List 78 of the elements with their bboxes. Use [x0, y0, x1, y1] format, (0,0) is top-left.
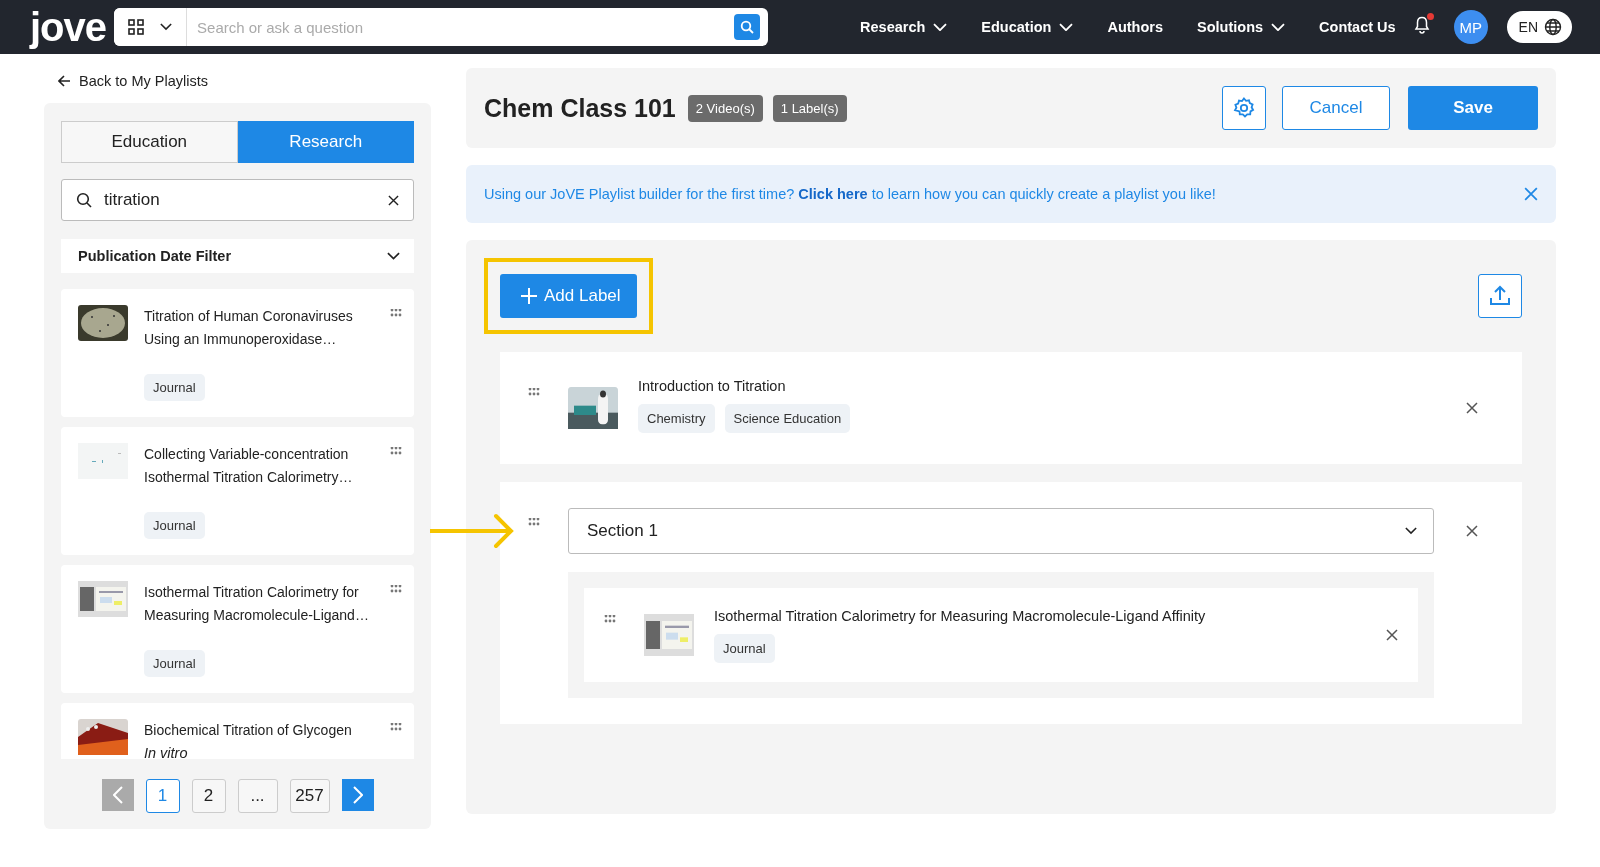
page-button[interactable]: 1 — [145, 779, 180, 813]
search-bar[interactable]: Search or ask a question — [114, 8, 769, 46]
video-item-card[interactable]: Introduction to Titration Chemistry Science Education — [500, 352, 1522, 464]
search-field[interactable]: titration — [61, 179, 414, 221]
count-badge: 2 Video(s) — [687, 94, 763, 122]
result-title: Isothermal Titration Calorimetry for Measuring Macromolecule-Ligand… — [144, 583, 370, 625]
globe-icon — [1544, 18, 1562, 36]
type-tag: Journal — [144, 374, 205, 401]
language-button[interactable]: EN — [1506, 11, 1572, 43]
type-tag: Journal — [144, 650, 205, 677]
nav-link[interactable]: Education — [981, 19, 1074, 35]
nav-link[interactable]: Research — [860, 19, 948, 35]
remove-button[interactable] — [1386, 629, 1398, 641]
category-tag: Journal — [714, 634, 775, 663]
section-dropdown[interactable]: Section 1 — [568, 508, 1434, 554]
result-subtitle: In vitro — [144, 744, 189, 759]
arrow-left-icon — [58, 75, 71, 87]
video-title: Introduction to Titration — [638, 378, 787, 394]
remove-button[interactable] — [1466, 402, 1478, 414]
drag-handle-icon[interactable] — [528, 388, 542, 396]
drag-handle-icon[interactable] — [390, 585, 404, 593]
search-icon — [740, 20, 755, 34]
result-title: Biochemical Titration of Glycogen — [144, 721, 353, 740]
result-title: Titration of Human Coronaviruses Using an Immunoperoxidase… — [144, 307, 354, 349]
tab[interactable]: Research — [237, 121, 414, 163]
playlist-title: Chem Class 101 — [484, 93, 676, 123]
drag-handle-icon[interactable] — [604, 615, 618, 623]
count-badge: 1 Label(s) — [772, 94, 847, 122]
chevron-down-icon — [933, 22, 948, 32]
remove-button[interactable] — [1466, 525, 1478, 537]
search-button[interactable] — [734, 14, 761, 40]
filter-dropdown[interactable]: Publication Date Filter — [61, 239, 414, 273]
result-card[interactable]: Biochemical Titration of Glycogen In vitro — [61, 703, 414, 759]
page-button[interactable]: 257 — [289, 779, 330, 813]
drag-handle-icon[interactable] — [390, 309, 404, 317]
nav-link[interactable]: Solutions — [1197, 19, 1286, 35]
result-title: Collecting Variable-concentration Isothermal Titration Calorimetry… — [144, 445, 354, 487]
arrow-annotation-icon — [430, 511, 516, 551]
drag-handle-icon[interactable] — [390, 447, 404, 455]
next-page-button[interactable] — [341, 779, 374, 811]
result-card[interactable]: Isothermal Titration Calorimetry for Measuring Macromolecule-Ligand… Journal — [61, 565, 414, 693]
back-link[interactable]: Back to My Playlists — [58, 68, 208, 94]
type-tag: Journal — [144, 512, 205, 539]
plus-icon — [520, 287, 538, 305]
tab[interactable]: Education — [61, 121, 238, 163]
save-button[interactable]: Save — [1408, 86, 1538, 130]
chevron-down-icon — [387, 252, 400, 260]
search-icon — [76, 192, 92, 208]
category-dropdown[interactable] — [114, 8, 188, 46]
nav-link[interactable]: Contact Us — [1319, 19, 1396, 35]
cancel-button[interactable]: Cancel — [1282, 86, 1390, 130]
settings-icon — [1232, 96, 1256, 120]
logo[interactable]: jove — [30, 7, 107, 47]
chevron-left-icon — [112, 786, 123, 804]
category-tag: Science Education — [724, 404, 851, 433]
nav-link[interactable]: Authors — [1107, 19, 1164, 35]
chevron-right-icon — [352, 786, 363, 804]
chevron-down-icon — [1405, 527, 1417, 535]
page-button[interactable]: ... — [237, 779, 278, 813]
settings-button[interactable] — [1222, 86, 1266, 130]
category-tag: Chemistry — [638, 404, 715, 433]
page-button[interactable]: 2 — [191, 779, 226, 813]
click-here-link[interactable]: Click here — [798, 186, 868, 202]
video-title: Isothermal Titration Calorimetry for Measuring Macromolecule-Ligand Affinity — [714, 608, 1207, 624]
grid-icon — [128, 19, 145, 35]
result-card[interactable]: Collecting Variable-concentration Isothermal Titration Calorimetry… Journal — [61, 427, 414, 555]
drag-handle-icon[interactable] — [528, 518, 542, 526]
chevron-down-icon — [160, 23, 173, 31]
banner-text: Using our JoVE Playlist builder for the first time? Click here to learn how you can quickly create a playlist you like! — [484, 186, 1216, 202]
add-label-button[interactable]: Add Label — [500, 274, 637, 318]
close-icon[interactable] — [388, 194, 399, 206]
chevron-down-icon — [1059, 22, 1074, 32]
drag-handle-icon[interactable] — [390, 723, 404, 731]
chevron-down-icon — [1271, 22, 1286, 32]
upload-icon — [1488, 284, 1512, 308]
video-item-card[interactable]: Isothermal Titration Calorimetry for Measuring Macromolecule-Ligand Affinity Journal — [584, 588, 1418, 682]
upload-button[interactable] — [1478, 274, 1522, 318]
result-card[interactable]: Titration of Human Coronaviruses Using an Immunoperoxidase… Journal — [61, 289, 414, 417]
